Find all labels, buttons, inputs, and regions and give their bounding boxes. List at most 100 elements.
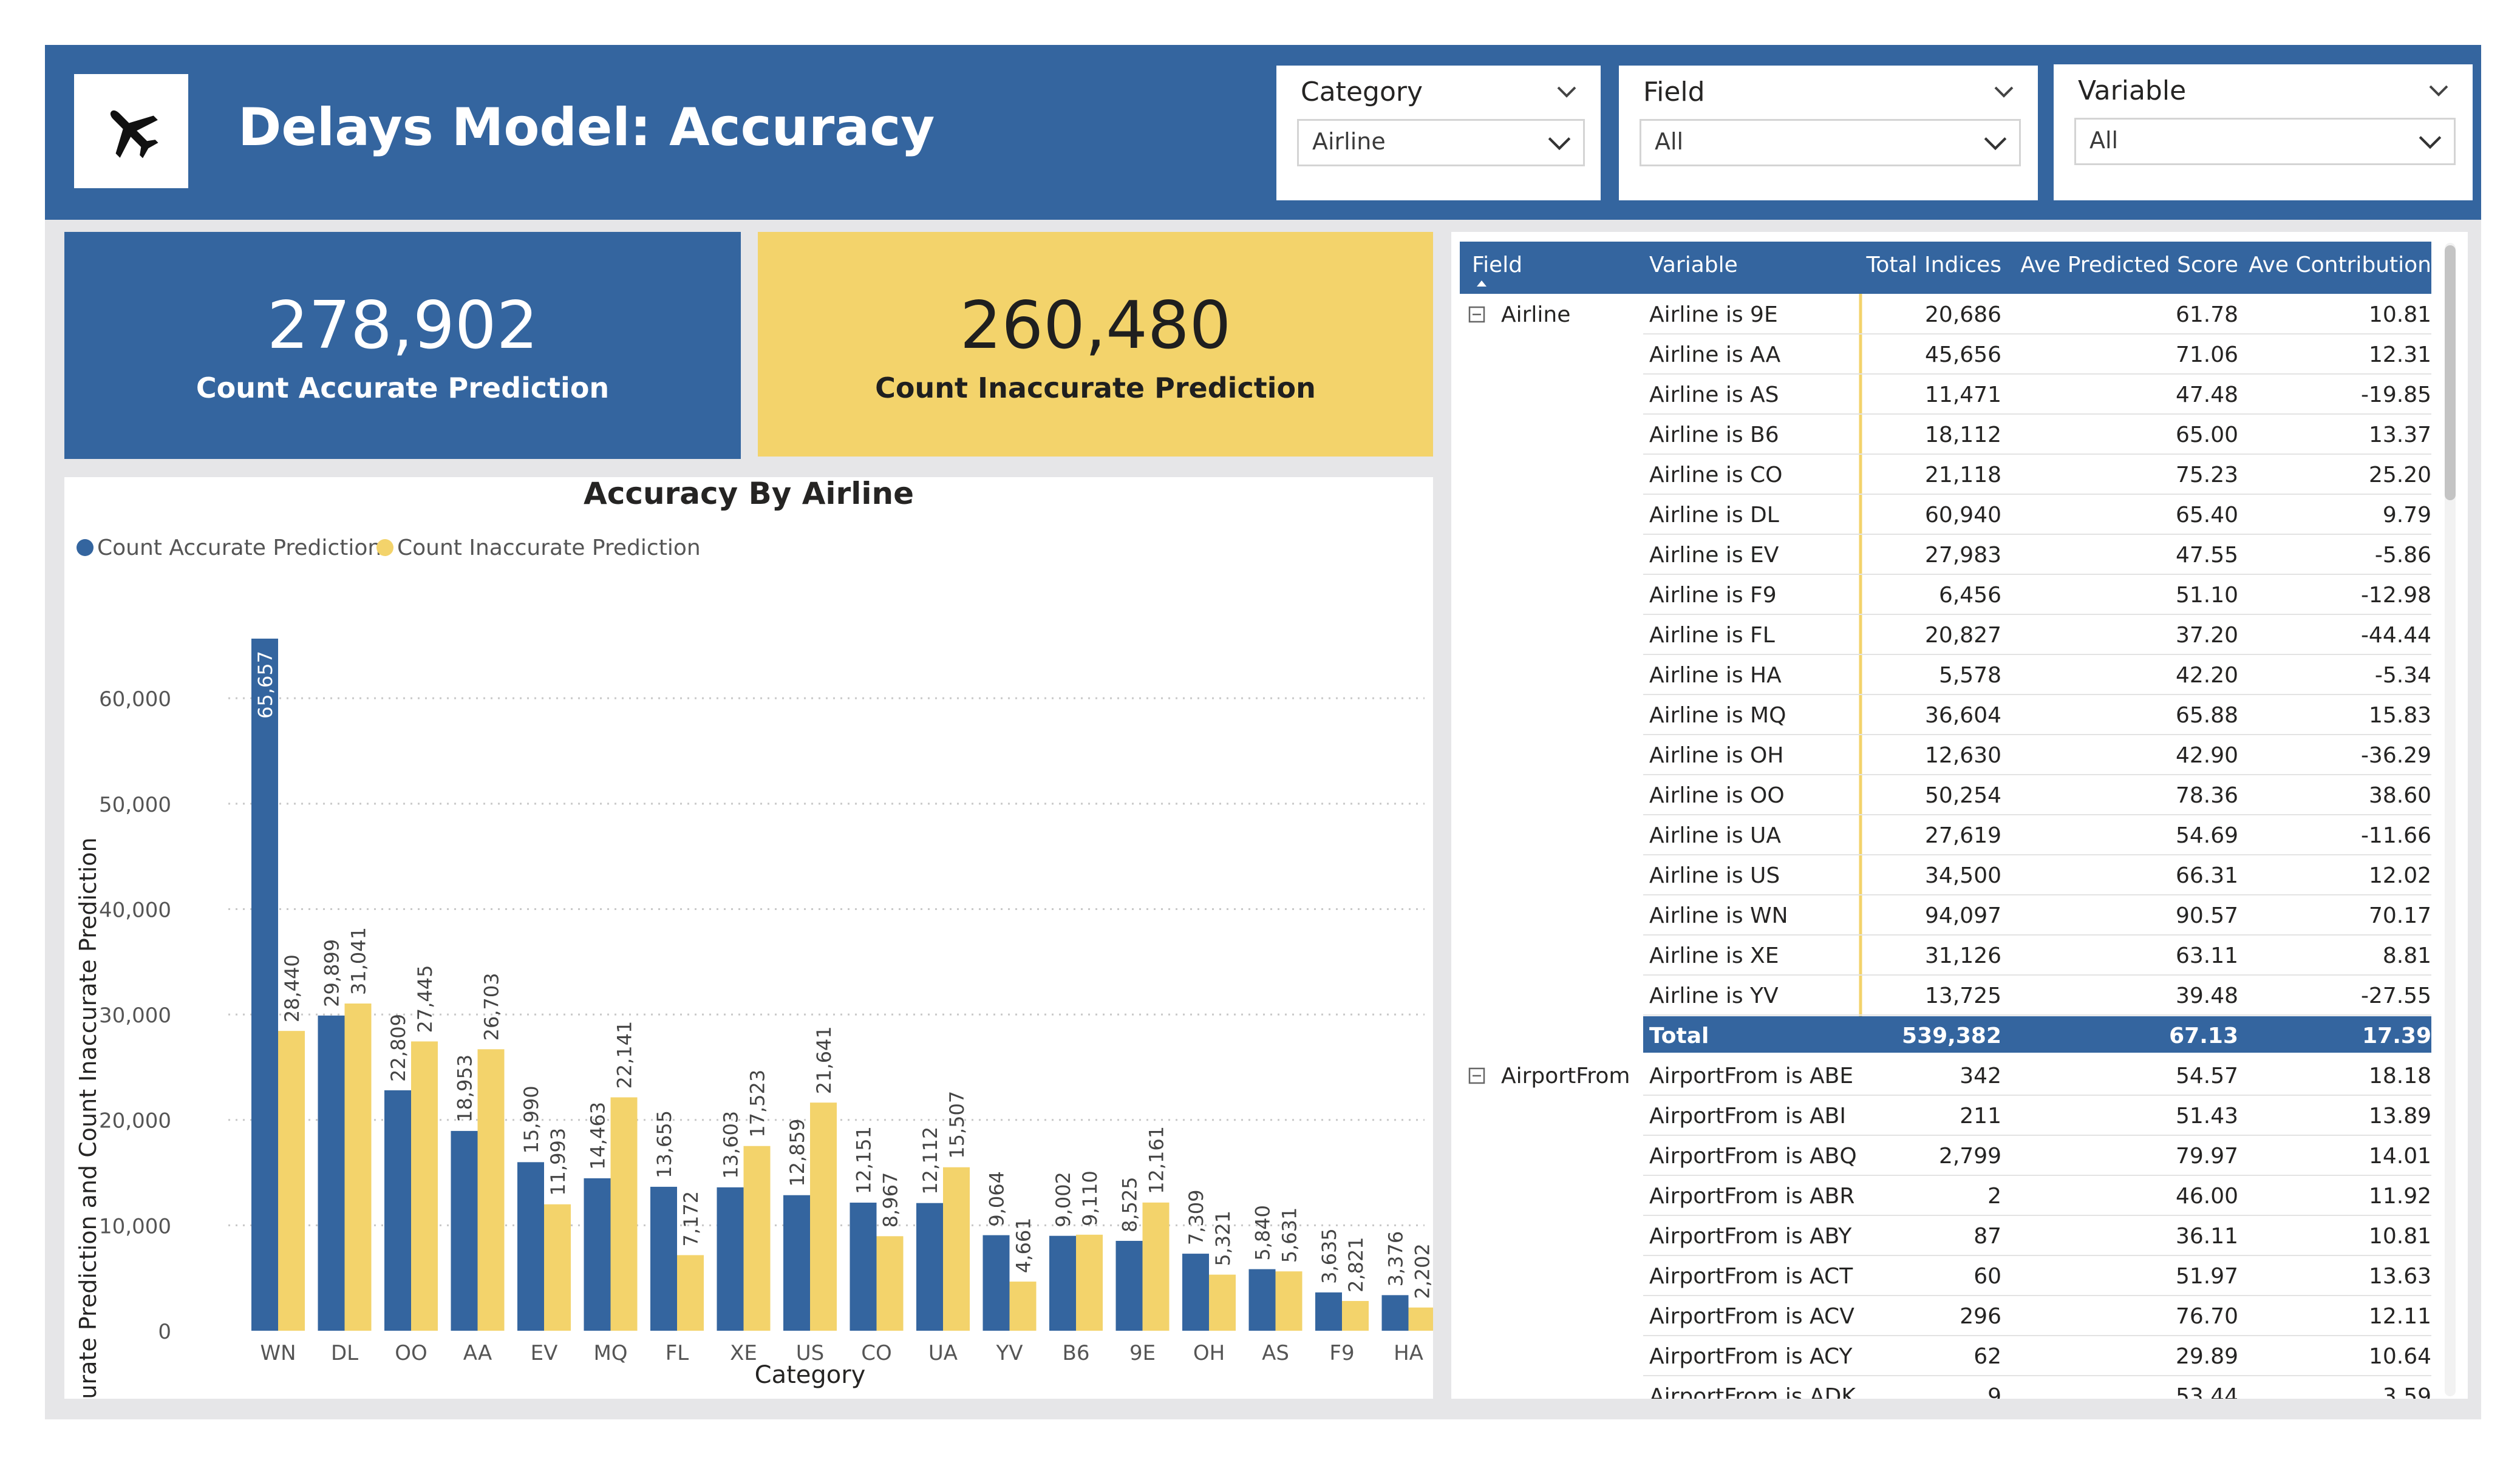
field-dropdown[interactable]: All: [1640, 119, 2021, 166]
bar-inaccurate-ev[interactable]: [544, 1204, 571, 1331]
bar-accurate-dl[interactable]: [318, 1015, 345, 1331]
predicted-score-cell: 51.10: [2176, 583, 2238, 608]
bar-inaccurate-oh[interactable]: [1209, 1274, 1236, 1331]
matrix-table: Field Variable Total Indices Ave Predicted …: [1460, 242, 2456, 1399]
category-slicer-title: Category: [1301, 76, 1423, 107]
y-tick-label: 60,000: [99, 687, 171, 712]
bar-inaccurate-mq[interactable]: [610, 1097, 638, 1331]
predicted-score-cell: 76.70: [2176, 1304, 2238, 1329]
chevron-down-icon[interactable]: [1555, 80, 1579, 104]
x-tick-label: WN: [260, 1341, 296, 1365]
x-axis-title: Category: [755, 1361, 866, 1389]
total-indices-total: 539,382: [1902, 1024, 2001, 1048]
contribution-cell: 3.59: [2383, 1384, 2431, 1399]
contribution-cell: 12.31: [2369, 342, 2431, 367]
scrollbar-thumb[interactable]: [2445, 245, 2456, 500]
chevron-down-icon[interactable]: [1992, 80, 2016, 104]
x-tick-label: F9: [1329, 1341, 1354, 1365]
variable-cell: Airline is EV: [1649, 543, 1779, 568]
bar-accurate-oo[interactable]: [384, 1090, 411, 1331]
data-label: 7,172: [679, 1191, 703, 1247]
bar-inaccurate-us[interactable]: [810, 1102, 837, 1331]
x-tick-label: AS: [1262, 1341, 1289, 1365]
bar-accurate-oh[interactable]: [1182, 1254, 1209, 1331]
variable-cell: Airline is OH: [1649, 743, 1783, 768]
bar-inaccurate-wn[interactable]: [278, 1031, 305, 1331]
kpi-accurate-label: Count Accurate Prediction: [196, 372, 610, 404]
data-label: 13,603: [720, 1111, 743, 1179]
x-tick-label: FL: [666, 1341, 689, 1365]
bar-inaccurate-yv[interactable]: [1009, 1282, 1037, 1331]
x-tick-label: OO: [395, 1341, 427, 1365]
data-label: 11,993: [547, 1128, 570, 1196]
bar-inaccurate-xe[interactable]: [743, 1146, 771, 1331]
matrix-table-panel: Field Variable Total Indices Ave Predicted …: [1451, 232, 2468, 1399]
category-dropdown[interactable]: Airline: [1297, 119, 1585, 166]
bar-accurate-ev[interactable]: [517, 1162, 544, 1331]
predicted-score-cell: 54.57: [2176, 1064, 2238, 1089]
bar-inaccurate-b6[interactable]: [1076, 1234, 1103, 1331]
data-label: 21,641: [812, 1026, 836, 1094]
chart-panel: Accuracy By Airline Count Accurate Predi…: [64, 476, 1435, 1457]
bar-inaccurate-co[interactable]: [876, 1236, 904, 1331]
predicted-score-cell: 78.36: [2176, 783, 2238, 808]
bar-accurate-fl[interactable]: [650, 1186, 677, 1331]
bar-accurate-co[interactable]: [850, 1203, 877, 1331]
column-header-total-indices[interactable]: Total Indices: [1865, 253, 2001, 277]
bar-accurate-9e[interactable]: [1115, 1240, 1143, 1331]
contribution-cell: -11.66: [2361, 823, 2431, 848]
kpi-accurate-value: 278,902: [267, 288, 539, 364]
column-header-ave-predicted-score[interactable]: Ave Predicted Score: [2020, 253, 2238, 277]
field-slicer-title: Field: [1643, 76, 1705, 107]
x-tick-label: DL: [331, 1341, 358, 1365]
legend-swatch-accurate: [77, 539, 94, 556]
bar-accurate-f9[interactable]: [1315, 1292, 1342, 1331]
contribution-cell: 9.79: [2383, 503, 2431, 528]
column-header-ave-contribution[interactable]: Ave Contribution: [2249, 253, 2431, 277]
column-header-variable[interactable]: Variable: [1649, 253, 1738, 277]
variable-cell: Airline is YV: [1649, 983, 1779, 1008]
bar-inaccurate-fl[interactable]: [677, 1255, 704, 1331]
legend-label-inaccurate[interactable]: Count Inaccurate Prediction: [397, 535, 701, 560]
bar-accurate-b6[interactable]: [1049, 1235, 1076, 1331]
bar-inaccurate-aa[interactable]: [477, 1049, 505, 1331]
total-row: [1643, 1016, 2431, 1053]
contribution-cell: -36.29: [2361, 743, 2431, 768]
bar-inaccurate-ha[interactable]: [1408, 1307, 1435, 1331]
bar-accurate-aa[interactable]: [451, 1130, 478, 1331]
x-tick-label: UA: [928, 1341, 958, 1365]
contribution-cell: 11.92: [2369, 1184, 2431, 1209]
bar-accurate-wn[interactable]: [251, 638, 278, 1331]
data-label: 27,445: [414, 965, 437, 1033]
bar-inaccurate-oo[interactable]: [411, 1041, 438, 1331]
bar-accurate-as[interactable]: [1248, 1269, 1276, 1331]
bar-accurate-xe[interactable]: [717, 1187, 744, 1331]
bar-inaccurate-as[interactable]: [1275, 1271, 1303, 1331]
contribution-cell: 14.01: [2369, 1144, 2431, 1169]
total-label: Total: [1649, 1024, 1709, 1048]
data-label: 5,631: [1278, 1207, 1301, 1263]
data-label: 3,376: [1384, 1231, 1408, 1287]
bar-inaccurate-ua[interactable]: [943, 1167, 970, 1331]
bar-accurate-yv[interactable]: [982, 1235, 1010, 1331]
bar-accurate-ha[interactable]: [1381, 1295, 1409, 1331]
contribution-total: 17.39: [2362, 1024, 2431, 1048]
bar-accurate-mq[interactable]: [584, 1178, 611, 1331]
variable-cell: AirportFrom is ABY: [1649, 1224, 1852, 1249]
chevron-down-icon[interactable]: [2426, 79, 2451, 103]
bar-inaccurate-dl[interactable]: [344, 1004, 372, 1331]
x-tick-label: 9E: [1129, 1341, 1156, 1365]
total-indices-cell: 60,940: [1925, 503, 2001, 528]
contribution-cell: 13.63: [2369, 1264, 2431, 1289]
variable-dropdown[interactable]: All: [2074, 118, 2456, 165]
bar-inaccurate-9e[interactable]: [1142, 1202, 1170, 1331]
bar-inaccurate-f9[interactable]: [1342, 1301, 1369, 1331]
kpi-card-accurate: 278,902 Count Accurate Prediction: [64, 232, 741, 459]
x-tick-label: YV: [995, 1341, 1023, 1365]
column-header-field[interactable]: Field: [1472, 253, 1522, 277]
bar-accurate-ua[interactable]: [916, 1203, 943, 1331]
total-indices-cell: 20,827: [1925, 623, 2001, 648]
predicted-score-cell: 47.55: [2176, 543, 2238, 568]
legend-label-accurate[interactable]: Count Accurate Prediction: [97, 535, 381, 560]
bar-accurate-us[interactable]: [783, 1195, 810, 1331]
